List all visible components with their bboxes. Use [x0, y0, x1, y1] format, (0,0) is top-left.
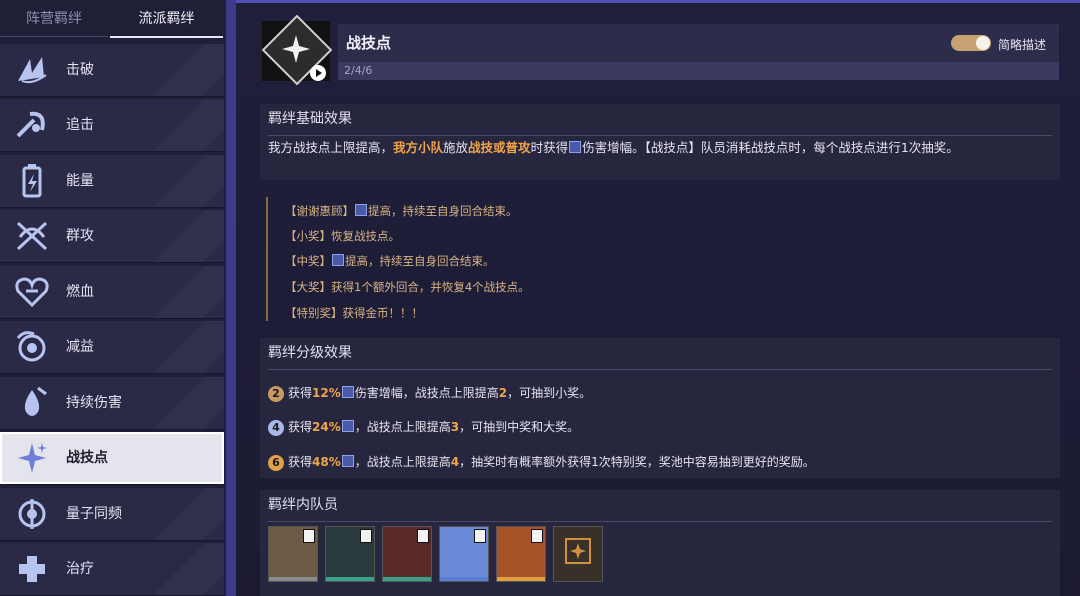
damage-boost-icon [341, 455, 354, 467]
skill-point-star-icon [282, 35, 310, 63]
heal-cross-icon [19, 556, 45, 582]
aoe-crossbow-icon [16, 221, 48, 251]
level-badge: 2 [268, 386, 284, 402]
bond-title: 战技点 [346, 34, 392, 52]
section-heading: 羁绊内队员 [268, 497, 338, 513]
add-member-slot-icon[interactable] [553, 526, 603, 582]
basic-effect-text: 我方战技点上限提高，我方小队施放战技或普攻时获得 伤害增幅。【战技点】队员消耗战技… [268, 140, 959, 155]
member-tag-icon [531, 529, 543, 543]
prize-line: 【小奖】恢复战技点。 [285, 229, 400, 243]
bond-progress: 2/4/6 [344, 64, 373, 77]
damage-boost-icon [355, 204, 367, 216]
sidebar-item-dot[interactable]: 持续伤害 [0, 377, 224, 430]
member-portrait-icon[interactable] [268, 526, 318, 582]
member-portrait-icon[interactable] [325, 526, 375, 582]
sidebar-item-heal[interactable]: 治疗 [0, 543, 224, 596]
prize-quote-bar [266, 197, 268, 321]
brief-description-label: 简略描述 [998, 38, 1047, 52]
brief-description-toggle[interactable] [951, 35, 991, 51]
detail-panel-top-border [236, 0, 1080, 3]
member-portrait-icon[interactable] [496, 526, 546, 582]
bond-header: 战技点 2/4/6 [338, 24, 1059, 80]
sidebar-item-blood[interactable]: 燃血 [0, 266, 224, 319]
sidebar-item-pursuit[interactable]: 追击 [0, 99, 224, 152]
bond-badge [261, 14, 333, 86]
sidebar-item-label: 燃血 [66, 284, 94, 300]
sidebar-item-break[interactable]: 击破 [0, 44, 224, 97]
tab-school[interactable]: 流派羁绊 [110, 0, 223, 38]
left-panel: 阵营羁绊 流派羁绊 击破 追击 能量 群攻 燃血 减益 持续伤害 战技点 量子同… [0, 0, 226, 596]
wing-icon [18, 57, 47, 84]
sidebar-item-label: 治疗 [66, 561, 94, 577]
members-section: 羁绊内队员 [260, 490, 1060, 596]
member-tag-icon [360, 529, 372, 543]
prize-line: 【大奖】获得1个额外回合，并恢复4个战技点。 [285, 280, 530, 294]
sidebar-item-label: 群攻 [66, 228, 94, 244]
member-tag-icon [417, 529, 429, 543]
member-portrait-icon[interactable] [382, 526, 432, 582]
damage-boost-icon [341, 386, 354, 398]
energy-battery-icon [22, 164, 42, 198]
sidebar-item-label: 追击 [66, 117, 94, 133]
sidebar-item-debuff[interactable]: 减益 [0, 321, 224, 374]
sidebar-item-label: 战技点 [66, 450, 108, 466]
prize-line: 【特别奖】获得金币！！！ [285, 306, 423, 320]
sidebar-item-label: 能量 [66, 173, 94, 189]
prize-line: 【中奖】 提高，持续至自身回合结束。 [285, 254, 495, 268]
level-badge: 6 [268, 455, 284, 471]
sidebar-item-energy[interactable]: 能量 [0, 155, 224, 208]
dot-drop-icon [24, 386, 47, 416]
member-tag-icon [474, 529, 486, 543]
section-heading: 羁绊分级效果 [268, 345, 352, 361]
level-effect-section: 羁绊分级效果 2 获得12% 伤害增幅，战技点上限提高2，可抽到小奖。 4 获得24%… [260, 338, 1060, 478]
sidebar-item-label: 持续伤害 [66, 395, 122, 411]
pursuit-icon [16, 111, 45, 138]
basic-effect-section: 羁绊基础效果 我方战技点上限提高，我方小队施放战技或普攻时获得 伤害增幅。【战技点… [260, 104, 1060, 180]
sidebar-item-label: 击破 [66, 62, 94, 78]
level-row: 2 获得12% 伤害增幅，战技点上限提高2，可抽到小奖。 [268, 384, 591, 402]
debuff-swirl-icon [16, 331, 46, 362]
sidebar-item-aoe[interactable]: 群攻 [0, 210, 224, 263]
tab-bar: 阵营羁绊 流派羁绊 [0, 0, 226, 38]
damage-boost-icon [332, 254, 344, 266]
level-row: 4 获得24% ，战技点上限提高3，可抽到中奖和大奖。 [268, 418, 579, 436]
heart-icon [15, 277, 49, 308]
prize-line: 【谢谢惠顾】 提高，持续至自身回合结束。 [285, 204, 518, 218]
sidebar-item-label: 减益 [66, 339, 94, 355]
member-portrait-icon[interactable] [439, 526, 489, 582]
sidebar-item-skill-point[interactable]: 战技点 [0, 432, 224, 485]
damage-boost-icon [569, 141, 582, 153]
panel-divider [226, 0, 236, 596]
quantum-icon [18, 499, 46, 529]
play-icon[interactable] [310, 65, 326, 81]
member-tag-icon [303, 529, 315, 543]
sidebar-item-quantum[interactable]: 量子同频 [0, 488, 224, 541]
sidebar-item-label: 量子同频 [66, 506, 122, 522]
tab-faction[interactable]: 阵营羁绊 [0, 0, 108, 37]
damage-boost-icon [341, 420, 354, 432]
level-badge: 4 [268, 420, 284, 436]
skill-point-star-icon [18, 443, 47, 473]
section-heading: 羁绊基础效果 [268, 111, 352, 127]
level-row: 6 获得48% ，战技点上限提高4，抽奖时有概率额外获得1次特别奖，奖池中容易抽到更… [268, 453, 815, 471]
